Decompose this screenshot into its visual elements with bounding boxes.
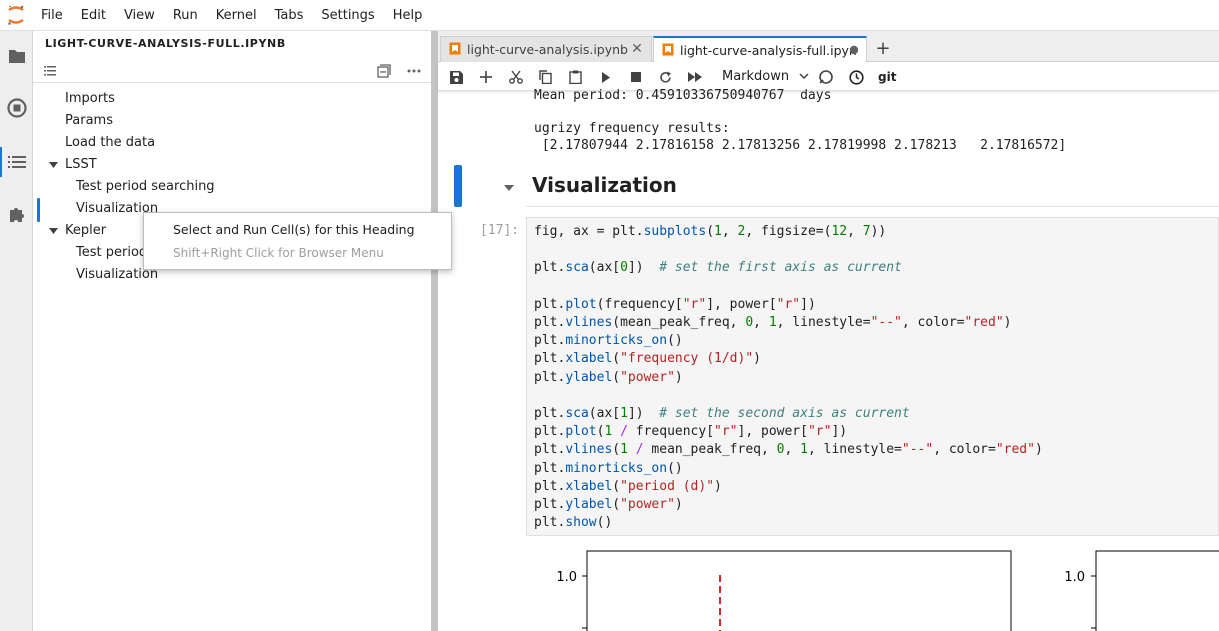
menu-help[interactable]: Help [384, 0, 432, 31]
browser-menu-hint: Shift+Right Click for Browser Menu [173, 246, 384, 260]
context-menu: Select and Run Cell(s) for this Heading … [143, 212, 452, 270]
code-line: plt.minorticks_on() [534, 333, 683, 349]
list-icon[interactable] [0, 147, 33, 177]
run-icon[interactable] [596, 67, 616, 87]
unsaved-dot-icon[interactable] [846, 42, 862, 58]
toc-item-lsst[interactable]: LSST [65, 154, 97, 176]
collapse-all-icon[interactable] [375, 62, 393, 80]
toc-item-load-data[interactable]: Load the data [65, 132, 155, 154]
toc-item-kepler[interactable]: Kepler [65, 220, 106, 242]
menu-kernel[interactable]: Kernel [207, 0, 266, 31]
cell-type-value: Markdown [722, 69, 790, 84]
stop-icon[interactable] [626, 67, 646, 87]
select-and-run-cells-menu-item[interactable]: Select and Run Cell(s) for this Heading [173, 222, 415, 237]
panel-splitter[interactable] [431, 31, 438, 631]
tab-light-curve-analysis[interactable]: light-curve-analysis.ipynb ✕ [440, 36, 652, 62]
copy-icon[interactable] [535, 67, 555, 87]
code-line: plt.sca(ax[1]) # set the second axis as … [534, 406, 910, 421]
more-options-icon[interactable] [405, 62, 423, 80]
active-cell-indicator [454, 165, 462, 207]
notebook-icon [449, 42, 461, 58]
code-line: plt.ylabel("power") [534, 497, 683, 512]
add-tab-button[interactable]: + [870, 36, 896, 61]
tab-label: light-curve-analysis.ipynb [467, 42, 628, 57]
table-of-contents-panel: LIGHT-CURVE-ANALYSIS-FULL.IPYNB Imports … [33, 31, 431, 631]
git-button[interactable]: git [878, 67, 896, 87]
activity-bar [0, 31, 33, 631]
tab-label: light-curve-analysis-full.ipyn [680, 43, 857, 58]
save-icon[interactable] [446, 67, 466, 87]
close-icon[interactable]: ✕ [629, 41, 645, 57]
fast-forward-icon[interactable] [685, 67, 705, 87]
left-ytick-label: 1.0 [556, 570, 577, 585]
code-line: plt.vlines(mean_peak_freq, 0, 1, linesty… [534, 315, 1012, 330]
folder-icon[interactable] [0, 41, 33, 71]
toc-title: LIGHT-CURVE-ANALYSIS-FULL.IPYNB [45, 37, 286, 50]
chevron-down-icon[interactable] [47, 220, 59, 242]
notebook-icon [662, 43, 674, 59]
code-line: plt.ylabel("power") [534, 369, 683, 385]
code-line: plt.plot(1 / frequency["r"], power["r"]) [534, 424, 848, 440]
code-line: plt.show() [534, 515, 613, 531]
menu-file[interactable]: File [32, 0, 72, 31]
heading-divider [526, 206, 1219, 207]
toc-item-imports[interactable]: Imports [65, 88, 115, 110]
restart-icon[interactable] [655, 67, 675, 87]
menu-settings[interactable]: Settings [312, 0, 383, 31]
plot-output: 1.0 1.0 [526, 546, 1219, 631]
menu-view[interactable]: View [115, 0, 164, 31]
menu-bar: File Edit View Run Kernel Tabs Settings Help [0, 0, 1219, 31]
right-axes-frame [1095, 550, 1219, 631]
toc-selection-indicator [37, 198, 40, 222]
chevron-down-icon [799, 67, 809, 87]
add-cell-icon[interactable] [476, 67, 496, 87]
kernel-status-icon[interactable] [816, 67, 836, 87]
code-cell-editor[interactable]: fig, ax = plt.subplots(1, 2, figsize=(12… [526, 217, 1219, 536]
code-line: plt.sca(ax[0]) # set the first axis as c… [534, 260, 902, 276]
plot-canvas: 1.0 1.0 [556, 550, 1219, 631]
notebook-area: light-curve-analysis.ipynb ✕ light-curve… [438, 31, 1219, 631]
numbered-list-icon[interactable] [41, 62, 59, 80]
tab-light-curve-analysis-full[interactable]: light-curve-analysis-full.ipyn [653, 36, 867, 63]
menu-edit[interactable]: Edit [72, 0, 115, 31]
clock-icon[interactable] [846, 67, 866, 87]
tab-bar: light-curve-analysis.ipynb ✕ light-curve… [438, 31, 1219, 63]
puzzle-icon[interactable] [0, 199, 33, 229]
chevron-down-icon[interactable] [47, 154, 59, 176]
paste-icon[interactable] [565, 67, 585, 87]
toc-item-test-period-searching[interactable]: Test period searching [76, 176, 215, 198]
cell-prompt: [17]: [480, 223, 520, 238]
stop-circle-icon[interactable] [0, 93, 33, 123]
output-line: [2.17807944 2.17816158 2.17813256 2.1781… [534, 138, 1067, 153]
collapse-heading-icon[interactable] [502, 181, 516, 195]
menu-tabs[interactable]: Tabs [266, 0, 313, 31]
markdown-heading[interactable]: Visualization [532, 173, 677, 197]
output-line: Mean period: 0.45910336750940767 days [534, 88, 832, 103]
notebook-toolbar: Markdown git [438, 62, 1219, 91]
code-line: fig, ax = plt.subplots(1, 2, figsize=(12… [534, 224, 887, 239]
toc-item-test-period[interactable]: Test period [76, 242, 147, 264]
cut-icon[interactable] [506, 67, 526, 87]
menu-run[interactable]: Run [164, 0, 207, 31]
output-line: ugrizy frequency results: [534, 121, 730, 136]
left-axes-frame [586, 550, 1012, 631]
toc-toolbar [33, 58, 431, 83]
code-line: plt.minorticks_on() [534, 460, 683, 476]
right-ytick-label: 1.0 [1064, 570, 1085, 585]
code-line: plt.xlabel("period (d)") [534, 478, 722, 494]
jupyter-logo-icon[interactable] [0, 0, 32, 31]
toc-item-params[interactable]: Params [65, 110, 113, 132]
cell-type-select[interactable]: Markdown [722, 67, 809, 87]
code-line: plt.vlines(1 / mean_peak_freq, 0, 1, lin… [534, 442, 1043, 458]
code-line: plt.plot(frequency["r"], power["r"]) [534, 296, 816, 312]
code-line: plt.xlabel("frequency (1/d)") [534, 351, 761, 367]
